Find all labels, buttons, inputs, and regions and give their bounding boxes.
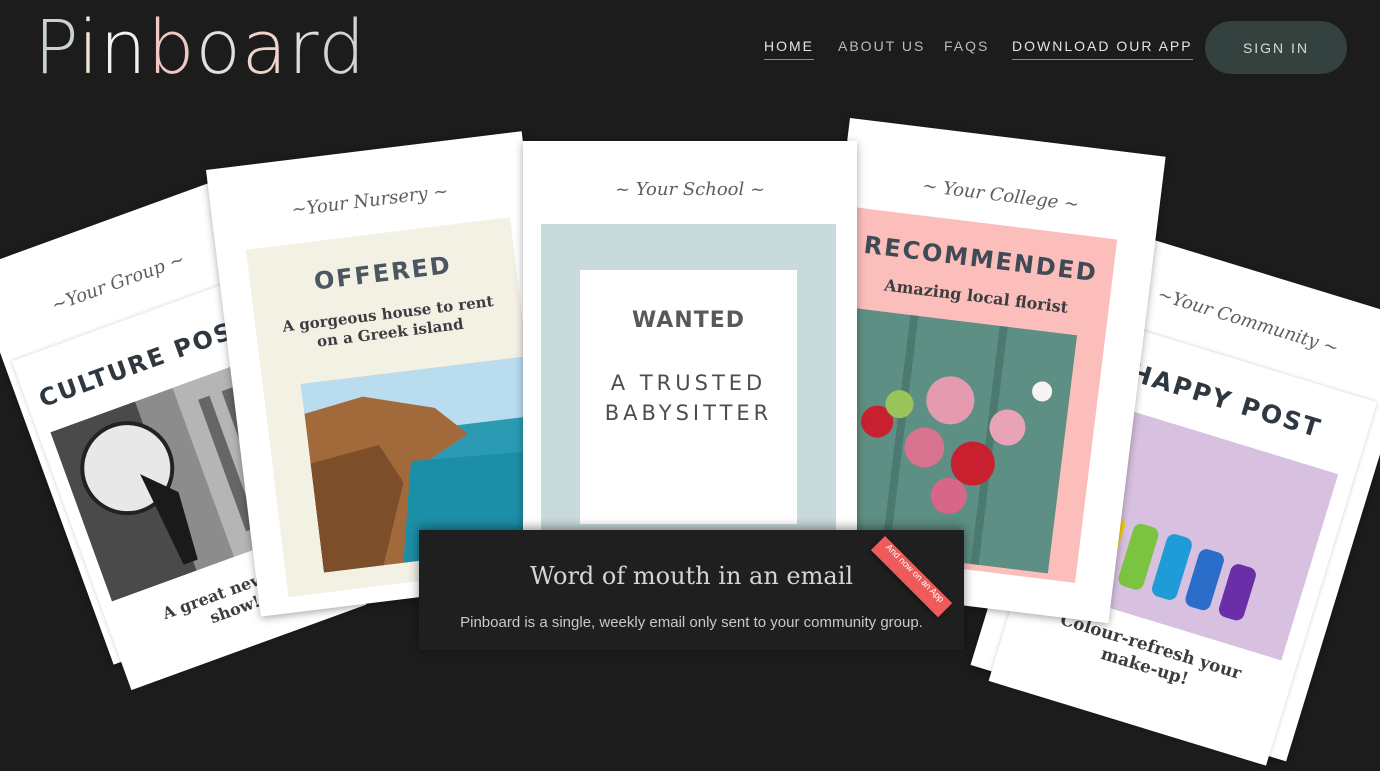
card-label-school: ~ Your School ~ [614, 179, 766, 200]
logo-letter-b: b [147, 5, 196, 91]
logo-letter-d: d [318, 5, 367, 91]
nav-home[interactable]: HOME [764, 38, 814, 60]
logo-letter-o: o [195, 5, 242, 91]
logo-letter-i: i [78, 5, 100, 91]
nav-download-app[interactable]: DOWNLOAD OUR APP [1012, 38, 1193, 60]
offered-caption: A gorgeous house to rent on a Greek isla… [281, 292, 495, 351]
wanted-heading: WANTED [631, 308, 745, 333]
logo-letter-a: a [241, 5, 289, 91]
logo-letter-n: n [99, 5, 148, 91]
logo-letter-r: r [288, 5, 319, 91]
wanted-panel: WANTED A TRUSTED BABYSITTER [541, 224, 836, 544]
nav-faqs[interactable]: FAQS [944, 38, 989, 59]
sign-in-button[interactable]: SIGN IN [1205, 21, 1347, 74]
intro-title: Word of mouth in an email [529, 562, 854, 590]
nav-about-us[interactable]: ABOUT US [838, 38, 925, 59]
logo-letter-p: P [34, 5, 78, 91]
pinboard-logo[interactable]: Pinboard [34, 6, 366, 90]
wanted-notice: WANTED A TRUSTED BABYSITTER [580, 270, 797, 524]
wanted-caption: A TRUSTED BABYSITTER [604, 371, 773, 425]
intro-text: Pinboard is a single, weekly email only … [460, 614, 923, 631]
